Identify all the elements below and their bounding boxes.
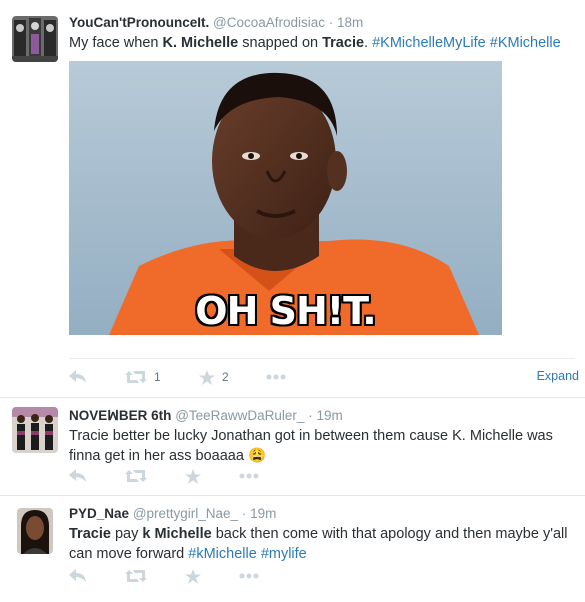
- star-icon: [199, 369, 215, 385]
- retweet-icon: [125, 370, 147, 384]
- hashtag-link[interactable]: #KMichelleMyLife: [372, 35, 486, 51]
- more-icon: [239, 573, 259, 579]
- user-handle[interactable]: @TeeRawwDaRuler_: [175, 408, 304, 423]
- star-icon: [185, 468, 201, 484]
- avatar[interactable]: [12, 407, 58, 453]
- retweet-count: 1: [154, 370, 161, 384]
- more-button[interactable]: [239, 466, 259, 486]
- tweet-1: YouCan'tPronounceIt. @CocoaAfrodisiac · …: [0, 0, 585, 398]
- hashtag-link[interactable]: #kMichelle: [188, 546, 257, 562]
- avatar[interactable]: [17, 508, 53, 554]
- weary-face-emoji: 😩: [247, 448, 267, 464]
- mention-text: Tracie: [69, 526, 111, 542]
- retweet-icon: [125, 469, 147, 483]
- display-name[interactable]: NOVEꟽBER 6th: [69, 408, 171, 423]
- mention-text: k Michelle: [142, 526, 212, 542]
- tweet-text: Tracie better be lucky Jonathan got in b…: [69, 426, 574, 466]
- hashtag-link[interactable]: #mylife: [261, 546, 307, 562]
- text-segment: pay: [110, 526, 143, 542]
- more-icon: [266, 374, 286, 380]
- display-name[interactable]: PYD_Nae: [69, 506, 129, 521]
- reply-icon: [69, 370, 87, 384]
- text-segment: My face when: [69, 35, 163, 51]
- tweet-actions: [69, 466, 579, 486]
- timestamp[interactable]: 19m: [250, 506, 276, 521]
- separator-dot: ·: [308, 408, 313, 423]
- user-handle[interactable]: @CocoaAfrodisiac: [213, 15, 325, 30]
- favorite-button[interactable]: 2: [199, 367, 229, 387]
- tweet-text: My face when K. Michelle snapped on Trac…: [69, 33, 574, 53]
- retweet-button[interactable]: [125, 466, 147, 486]
- tweet-header: PYD_Nae @prettygirl_Nae_ · 19m: [69, 505, 276, 523]
- separator-dot: ·: [328, 15, 334, 30]
- retweet-icon: [125, 569, 147, 583]
- user-handle[interactable]: @prettygirl_Nae_: [133, 506, 238, 521]
- display-name[interactable]: YouCan'tPronounceIt.: [69, 15, 209, 30]
- retweet-button[interactable]: 1: [125, 367, 161, 387]
- text-segment: .: [364, 35, 373, 51]
- tweet-3: PYD_Nae @prettygirl_Nae_ · 19m Tracie pa…: [0, 496, 585, 602]
- more-button[interactable]: [266, 367, 286, 387]
- tweet-header: YouCan'tPronounceIt. @CocoaAfrodisiac · …: [69, 14, 363, 32]
- mention-text: K. Michelle: [162, 35, 239, 51]
- favorite-count: 2: [222, 370, 229, 384]
- favorite-button[interactable]: [185, 566, 201, 586]
- separator-dot: ·: [241, 506, 247, 521]
- more-button[interactable]: [239, 566, 259, 586]
- tweet-text: Tracie pay k Michelle back then come wit…: [69, 524, 574, 564]
- tweet-header: NOVEꟽBER 6th @TeeRawwDaRuler_ · 19m: [69, 407, 343, 425]
- star-icon: [185, 568, 201, 584]
- reply-button[interactable]: [69, 367, 87, 387]
- timestamp[interactable]: 19m: [316, 408, 342, 423]
- timestamp[interactable]: 18m: [337, 15, 363, 30]
- divider: [69, 358, 575, 359]
- expand-link[interactable]: Expand: [537, 369, 579, 383]
- text-segment: Tracie better be lucky Jonathan got in b…: [69, 428, 553, 464]
- tweet-media-image[interactable]: OH SH!T.: [69, 61, 502, 335]
- avatar[interactable]: [12, 16, 58, 62]
- text-segment: snapped on: [238, 35, 323, 51]
- favorite-button[interactable]: [185, 466, 201, 486]
- retweet-button[interactable]: [125, 566, 147, 586]
- reply-button[interactable]: [69, 566, 87, 586]
- meme-caption: OH SH!T.: [195, 289, 376, 333]
- hashtag-link[interactable]: #KMichelle: [490, 35, 561, 51]
- reply-button[interactable]: [69, 466, 87, 486]
- tweet-actions: [69, 566, 579, 586]
- reply-icon: [69, 469, 87, 483]
- tweet-2: NOVEꟽBER 6th @TeeRawwDaRuler_ · 19m Trac…: [0, 398, 585, 494]
- mention-text: Tracie: [322, 35, 365, 51]
- more-icon: [239, 473, 259, 479]
- reply-icon: [69, 569, 87, 583]
- tweet-actions: 1 2 Expand: [69, 367, 579, 387]
